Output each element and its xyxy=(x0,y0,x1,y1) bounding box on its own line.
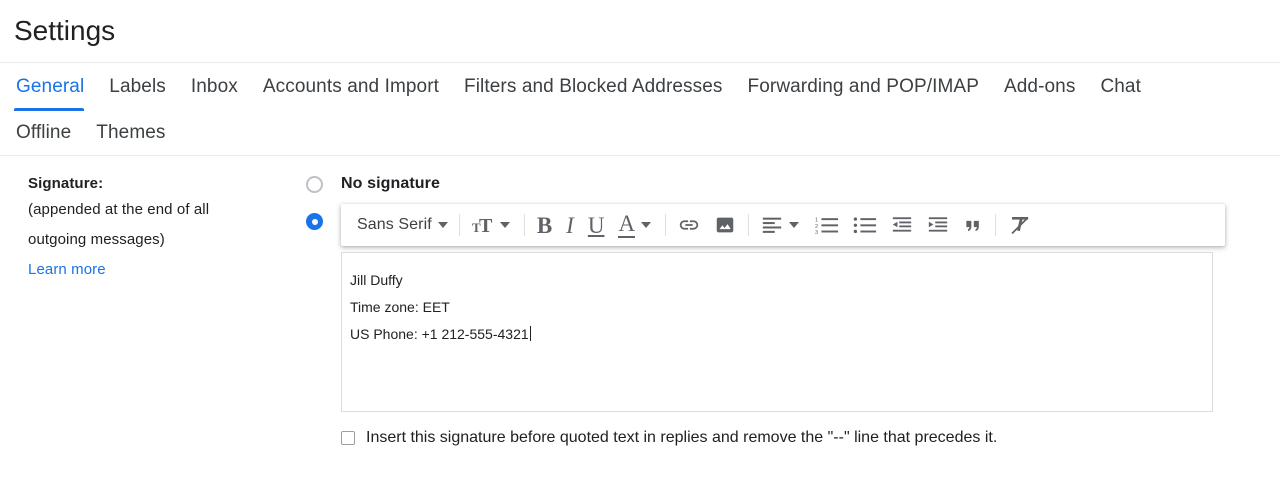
signature-label-title: Signature: xyxy=(28,175,104,192)
align-left-icon xyxy=(762,217,782,233)
custom-signature-radio-wrap xyxy=(306,204,341,230)
signature-editor: Sans Serif T T B I U A 1 2 3 Jill Duffy … xyxy=(341,204,1225,447)
bulleted-list-icon xyxy=(853,217,877,234)
page-title: Settings xyxy=(14,15,116,46)
tab-general[interactable]: General xyxy=(14,63,101,111)
svg-text:T: T xyxy=(479,215,493,235)
insert-before-quoted-row[interactable]: Insert this signature before quoted text… xyxy=(341,429,1225,447)
signature-line-2: Time zone: EET xyxy=(350,299,450,315)
quote-button[interactable] xyxy=(956,208,990,242)
tab-row-secondary: Offline Themes xyxy=(14,111,1280,155)
settings-content: Signature: (appended at the end of all o… xyxy=(0,156,1280,447)
toolbar-separator xyxy=(995,214,997,236)
underline-button[interactable]: U xyxy=(581,208,612,242)
chevron-down-icon xyxy=(641,222,652,228)
remove-formatting-icon xyxy=(1011,216,1029,235)
bulleted-list-button[interactable] xyxy=(846,208,884,242)
chevron-down-icon xyxy=(437,222,448,228)
text-color-icon: A xyxy=(618,211,636,238)
signature-label-sub-line2: outgoing messages) xyxy=(28,231,165,248)
tab-labels[interactable]: Labels xyxy=(109,63,183,111)
tab-chat[interactable]: Chat xyxy=(1100,63,1158,111)
indent-less-icon xyxy=(892,217,912,232)
text-cursor xyxy=(529,326,531,341)
bold-icon: B xyxy=(536,212,553,238)
settings-tab-bar: General Labels Inbox Accounts and Import… xyxy=(0,63,1280,155)
italic-button[interactable]: I xyxy=(559,208,581,242)
image-icon xyxy=(716,217,734,233)
signature-line-3-text: US Phone: +1 212-555-4321 xyxy=(350,326,529,342)
tab-offline[interactable]: Offline xyxy=(14,111,88,155)
signature-label-sub-line1: (appended at the end of all xyxy=(28,201,210,218)
toolbar-separator xyxy=(748,214,750,236)
remove-formatting-button[interactable] xyxy=(1001,208,1039,242)
insert-link-button[interactable] xyxy=(671,208,707,242)
insert-before-quoted-label: Insert this signature before quoted text… xyxy=(366,429,998,446)
insert-before-quoted-checkbox[interactable] xyxy=(341,431,355,445)
font-size-dropdown[interactable]: T T xyxy=(465,208,519,242)
signature-line-3: US Phone: +1 212-555-4321 xyxy=(350,321,1200,348)
tab-row-primary: General Labels Inbox Accounts and Import… xyxy=(14,63,1280,111)
tab-add-ons[interactable]: Add-ons xyxy=(1004,63,1092,111)
tab-forwarding-and-pop-imap[interactable]: Forwarding and POP/IMAP xyxy=(748,63,996,111)
bold-button[interactable]: B xyxy=(530,208,559,242)
custom-signature-radio[interactable] xyxy=(306,213,323,230)
no-signature-radio[interactable] xyxy=(306,175,323,193)
tab-themes[interactable]: Themes xyxy=(96,111,182,155)
signature-line-1: Jill Duffy xyxy=(350,272,403,288)
no-signature-option[interactable]: No signature xyxy=(306,172,1280,196)
toolbar-separator xyxy=(458,214,460,236)
signature-field-column: No signature Sans Serif T T B I U A 1 2 … xyxy=(306,172,1280,447)
svg-text:2: 2 xyxy=(815,224,818,230)
indent-more-button[interactable] xyxy=(920,208,956,242)
quote-icon xyxy=(966,220,979,232)
indent-less-button[interactable] xyxy=(884,208,920,242)
link-icon xyxy=(679,220,699,230)
chevron-down-icon xyxy=(789,222,800,228)
indent-more-icon xyxy=(928,217,948,232)
signature-label-column: Signature: (appended at the end of all o… xyxy=(0,172,306,447)
toolbar-separator xyxy=(665,214,667,236)
custom-signature-option: Sans Serif T T B I U A 1 2 3 Jill Duffy … xyxy=(306,204,1280,447)
numbered-list-icon: 1 2 3 xyxy=(815,217,839,235)
font-family-dropdown[interactable]: Sans Serif xyxy=(347,208,454,242)
svg-text:3: 3 xyxy=(815,230,818,235)
numbered-list-button[interactable]: 1 2 3 xyxy=(808,208,846,242)
underline-icon: U xyxy=(587,212,605,238)
toolbar-separator xyxy=(523,214,525,236)
svg-text:1: 1 xyxy=(815,217,818,223)
text-color-dropdown[interactable]: A xyxy=(611,208,660,242)
tab-inbox[interactable]: Inbox xyxy=(191,63,255,111)
learn-more-link[interactable]: Learn more xyxy=(28,261,106,278)
tab-accounts-and-import[interactable]: Accounts and Import xyxy=(263,63,456,111)
tab-filters-and-blocked-addresses[interactable]: Filters and Blocked Addresses xyxy=(464,63,739,111)
chevron-down-icon xyxy=(499,222,510,228)
signature-text-area[interactable]: Jill Duffy Time zone: EET US Phone: +1 2… xyxy=(341,252,1213,412)
no-signature-label: No signature xyxy=(341,175,440,192)
insert-image-button[interactable] xyxy=(707,208,743,242)
font-family-value: Sans Serif xyxy=(357,216,432,233)
italic-icon: I xyxy=(566,212,574,238)
format-size-icon: T T xyxy=(472,215,493,235)
align-dropdown[interactable] xyxy=(754,208,808,242)
signature-editor-toolbar: Sans Serif T T B I U A 1 2 3 xyxy=(341,204,1225,246)
